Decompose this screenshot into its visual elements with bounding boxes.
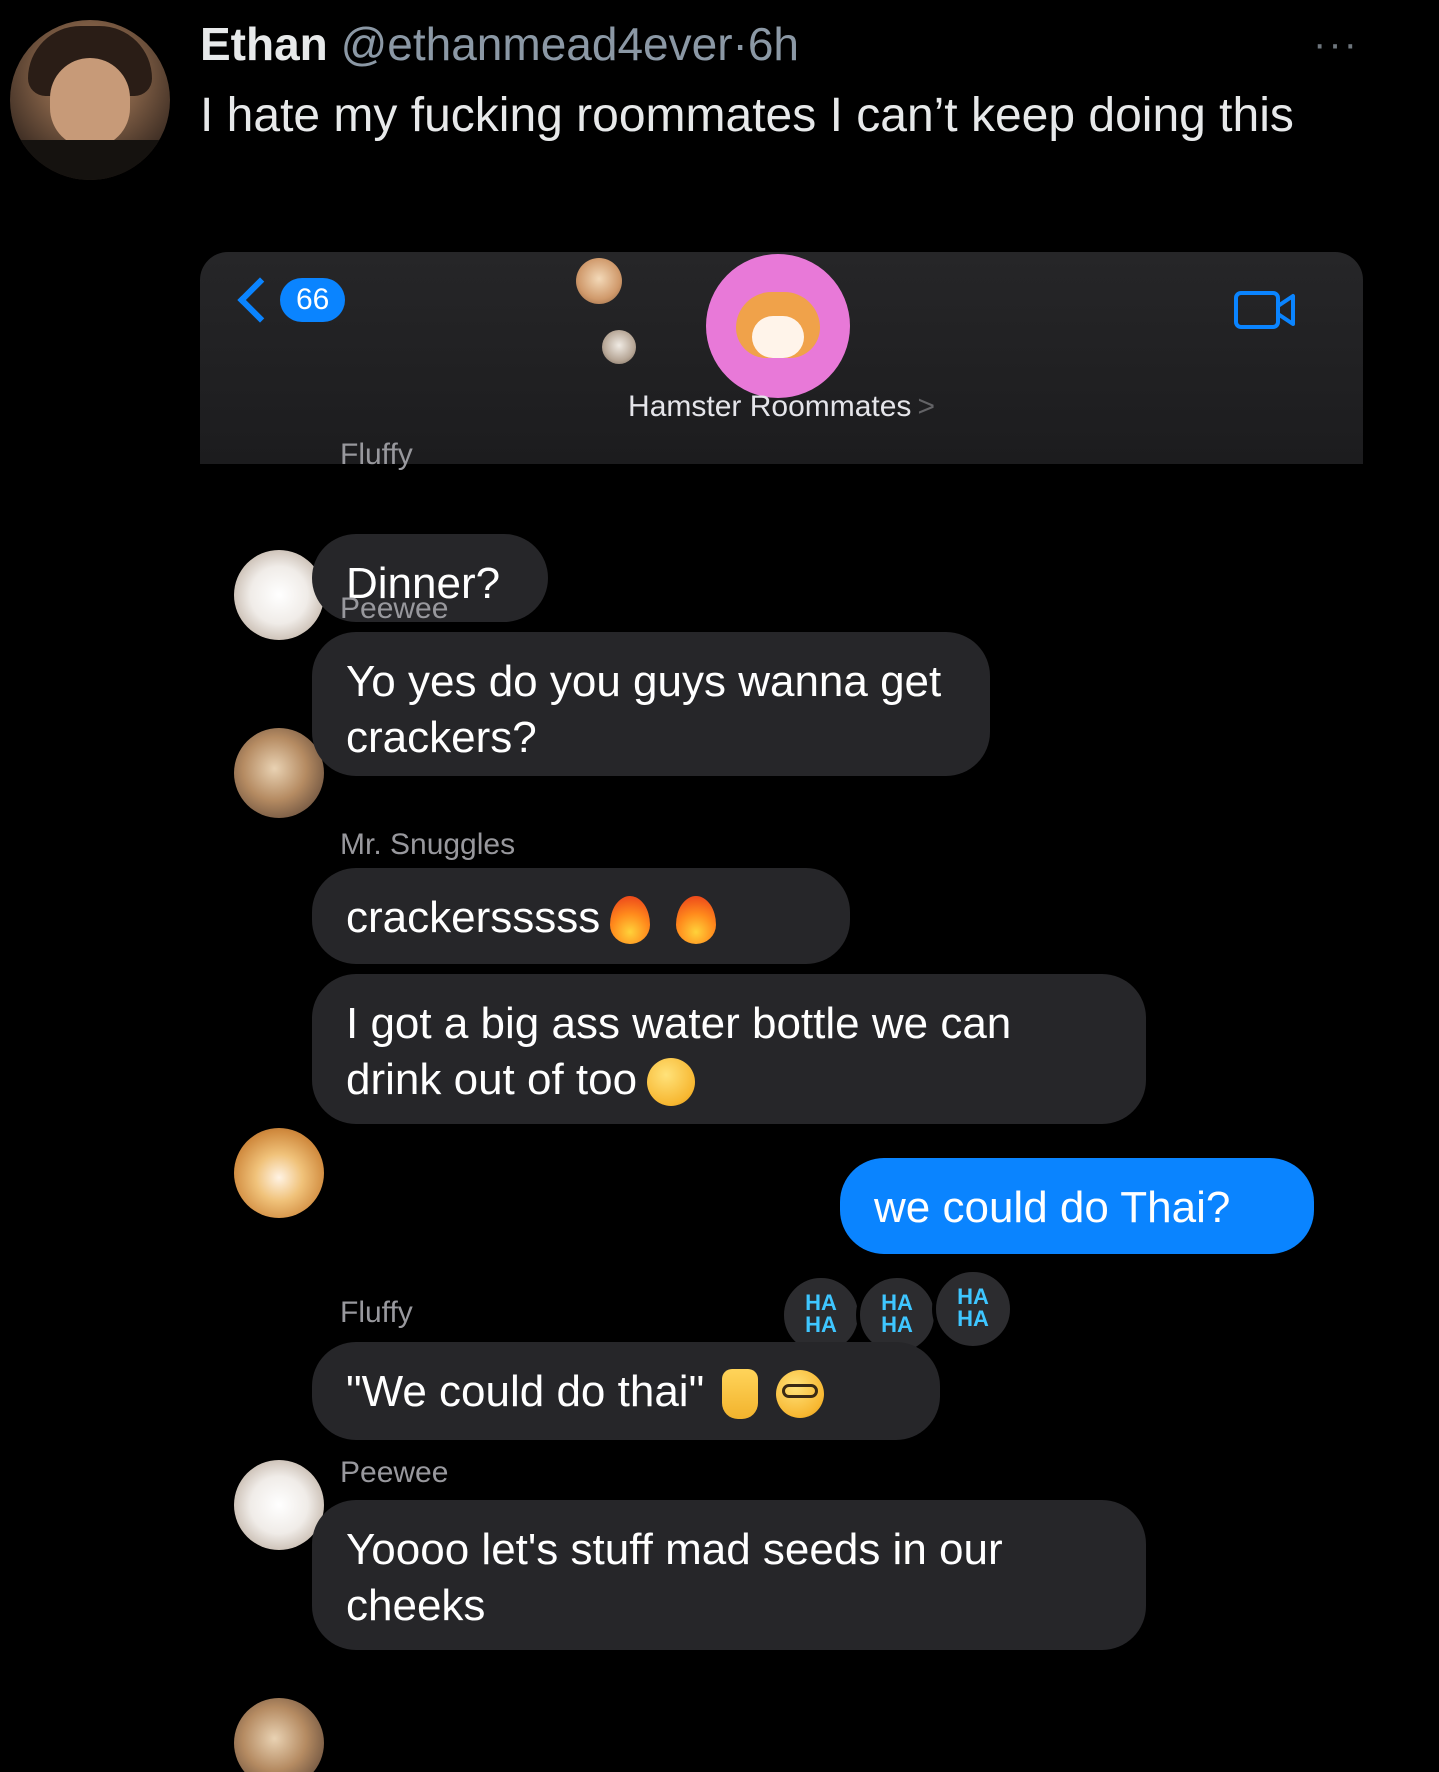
attached-screenshot[interactable]: 66 Hamster Roommates > Fluffy Dinner? Pee… xyxy=(200,252,1363,1772)
avatar-fluffy[interactable] xyxy=(234,1460,324,1550)
index-pointing-up-icon xyxy=(722,1369,759,1420)
sender-name: Peewee xyxy=(340,1456,449,1489)
sender-name: Fluffy xyxy=(340,1296,413,1329)
haha-tapback-icon[interactable]: HA HA xyxy=(932,1268,1014,1350)
avatar-mr-snuggles[interactable] xyxy=(234,1128,324,1218)
message-text: crackersssss xyxy=(346,893,601,942)
chevron-right-icon: > xyxy=(917,390,935,423)
nerd-face-icon xyxy=(776,1370,825,1419)
member-avatar xyxy=(576,258,622,304)
avatar-peewee[interactable] xyxy=(234,1698,324,1772)
video-call-icon[interactable] xyxy=(1233,286,1297,334)
sender-name: Peewee xyxy=(340,592,449,625)
avatar-peewee[interactable] xyxy=(234,728,324,818)
message-bubble[interactable]: "We could do thai" xyxy=(312,1342,940,1440)
message-bubble[interactable]: Yoooo let's stuff mad seeds in our cheek… xyxy=(312,1500,1146,1650)
back-button[interactable]: 66 xyxy=(237,277,346,323)
sender-name: Fluffy xyxy=(340,438,413,471)
separator-dot: · xyxy=(732,18,748,70)
user-handle[interactable]: @ethanmead4ever xyxy=(341,18,733,70)
message-text: Yo yes do you guys wanna get crackers? xyxy=(346,657,942,762)
more-options-icon[interactable]: ··· xyxy=(1313,22,1359,67)
outgoing-message-bubble[interactable]: we could do Thai? xyxy=(840,1158,1314,1254)
smirking-face-icon xyxy=(647,1058,696,1107)
message-text: Yoooo let's stuff mad seeds in our cheek… xyxy=(346,1525,1003,1630)
message-text: "We could do thai" xyxy=(346,1367,705,1416)
back-chevron-icon xyxy=(237,277,283,323)
sender-name: Mr. Snuggles xyxy=(340,828,516,861)
group-name: Hamster Roommates xyxy=(628,390,912,423)
display-name[interactable]: Ethan xyxy=(200,18,328,70)
message-bubble[interactable]: Yo yes do you guys wanna get crackers? xyxy=(312,632,990,776)
user-avatar[interactable] xyxy=(10,20,170,180)
fire-icon xyxy=(676,896,717,945)
message-text: we could do Thai? xyxy=(874,1183,1231,1232)
tweet-time[interactable]: 6h xyxy=(748,18,799,70)
group-avatar[interactable] xyxy=(706,254,850,398)
member-avatar xyxy=(602,330,636,364)
fire-icon xyxy=(610,896,651,945)
tweet-header: Ethan @ethanmead4ever·6h xyxy=(200,14,799,74)
tweet: Ethan @ethanmead4ever·6h ··· I hate my f… xyxy=(0,0,1439,240)
unread-count-badge: 66 xyxy=(280,278,346,322)
message-bubble[interactable]: crackersssss xyxy=(312,868,850,964)
tweet-text: I hate my fucking roommates I can’t keep… xyxy=(200,89,1294,142)
group-name-label[interactable]: Hamster Roommates > xyxy=(200,390,1363,424)
avatar-fluffy[interactable] xyxy=(234,550,324,640)
chat-header: 66 Hamster Roommates > xyxy=(200,252,1363,464)
message-bubble[interactable]: I got a big ass water bottle we can drin… xyxy=(312,974,1146,1124)
